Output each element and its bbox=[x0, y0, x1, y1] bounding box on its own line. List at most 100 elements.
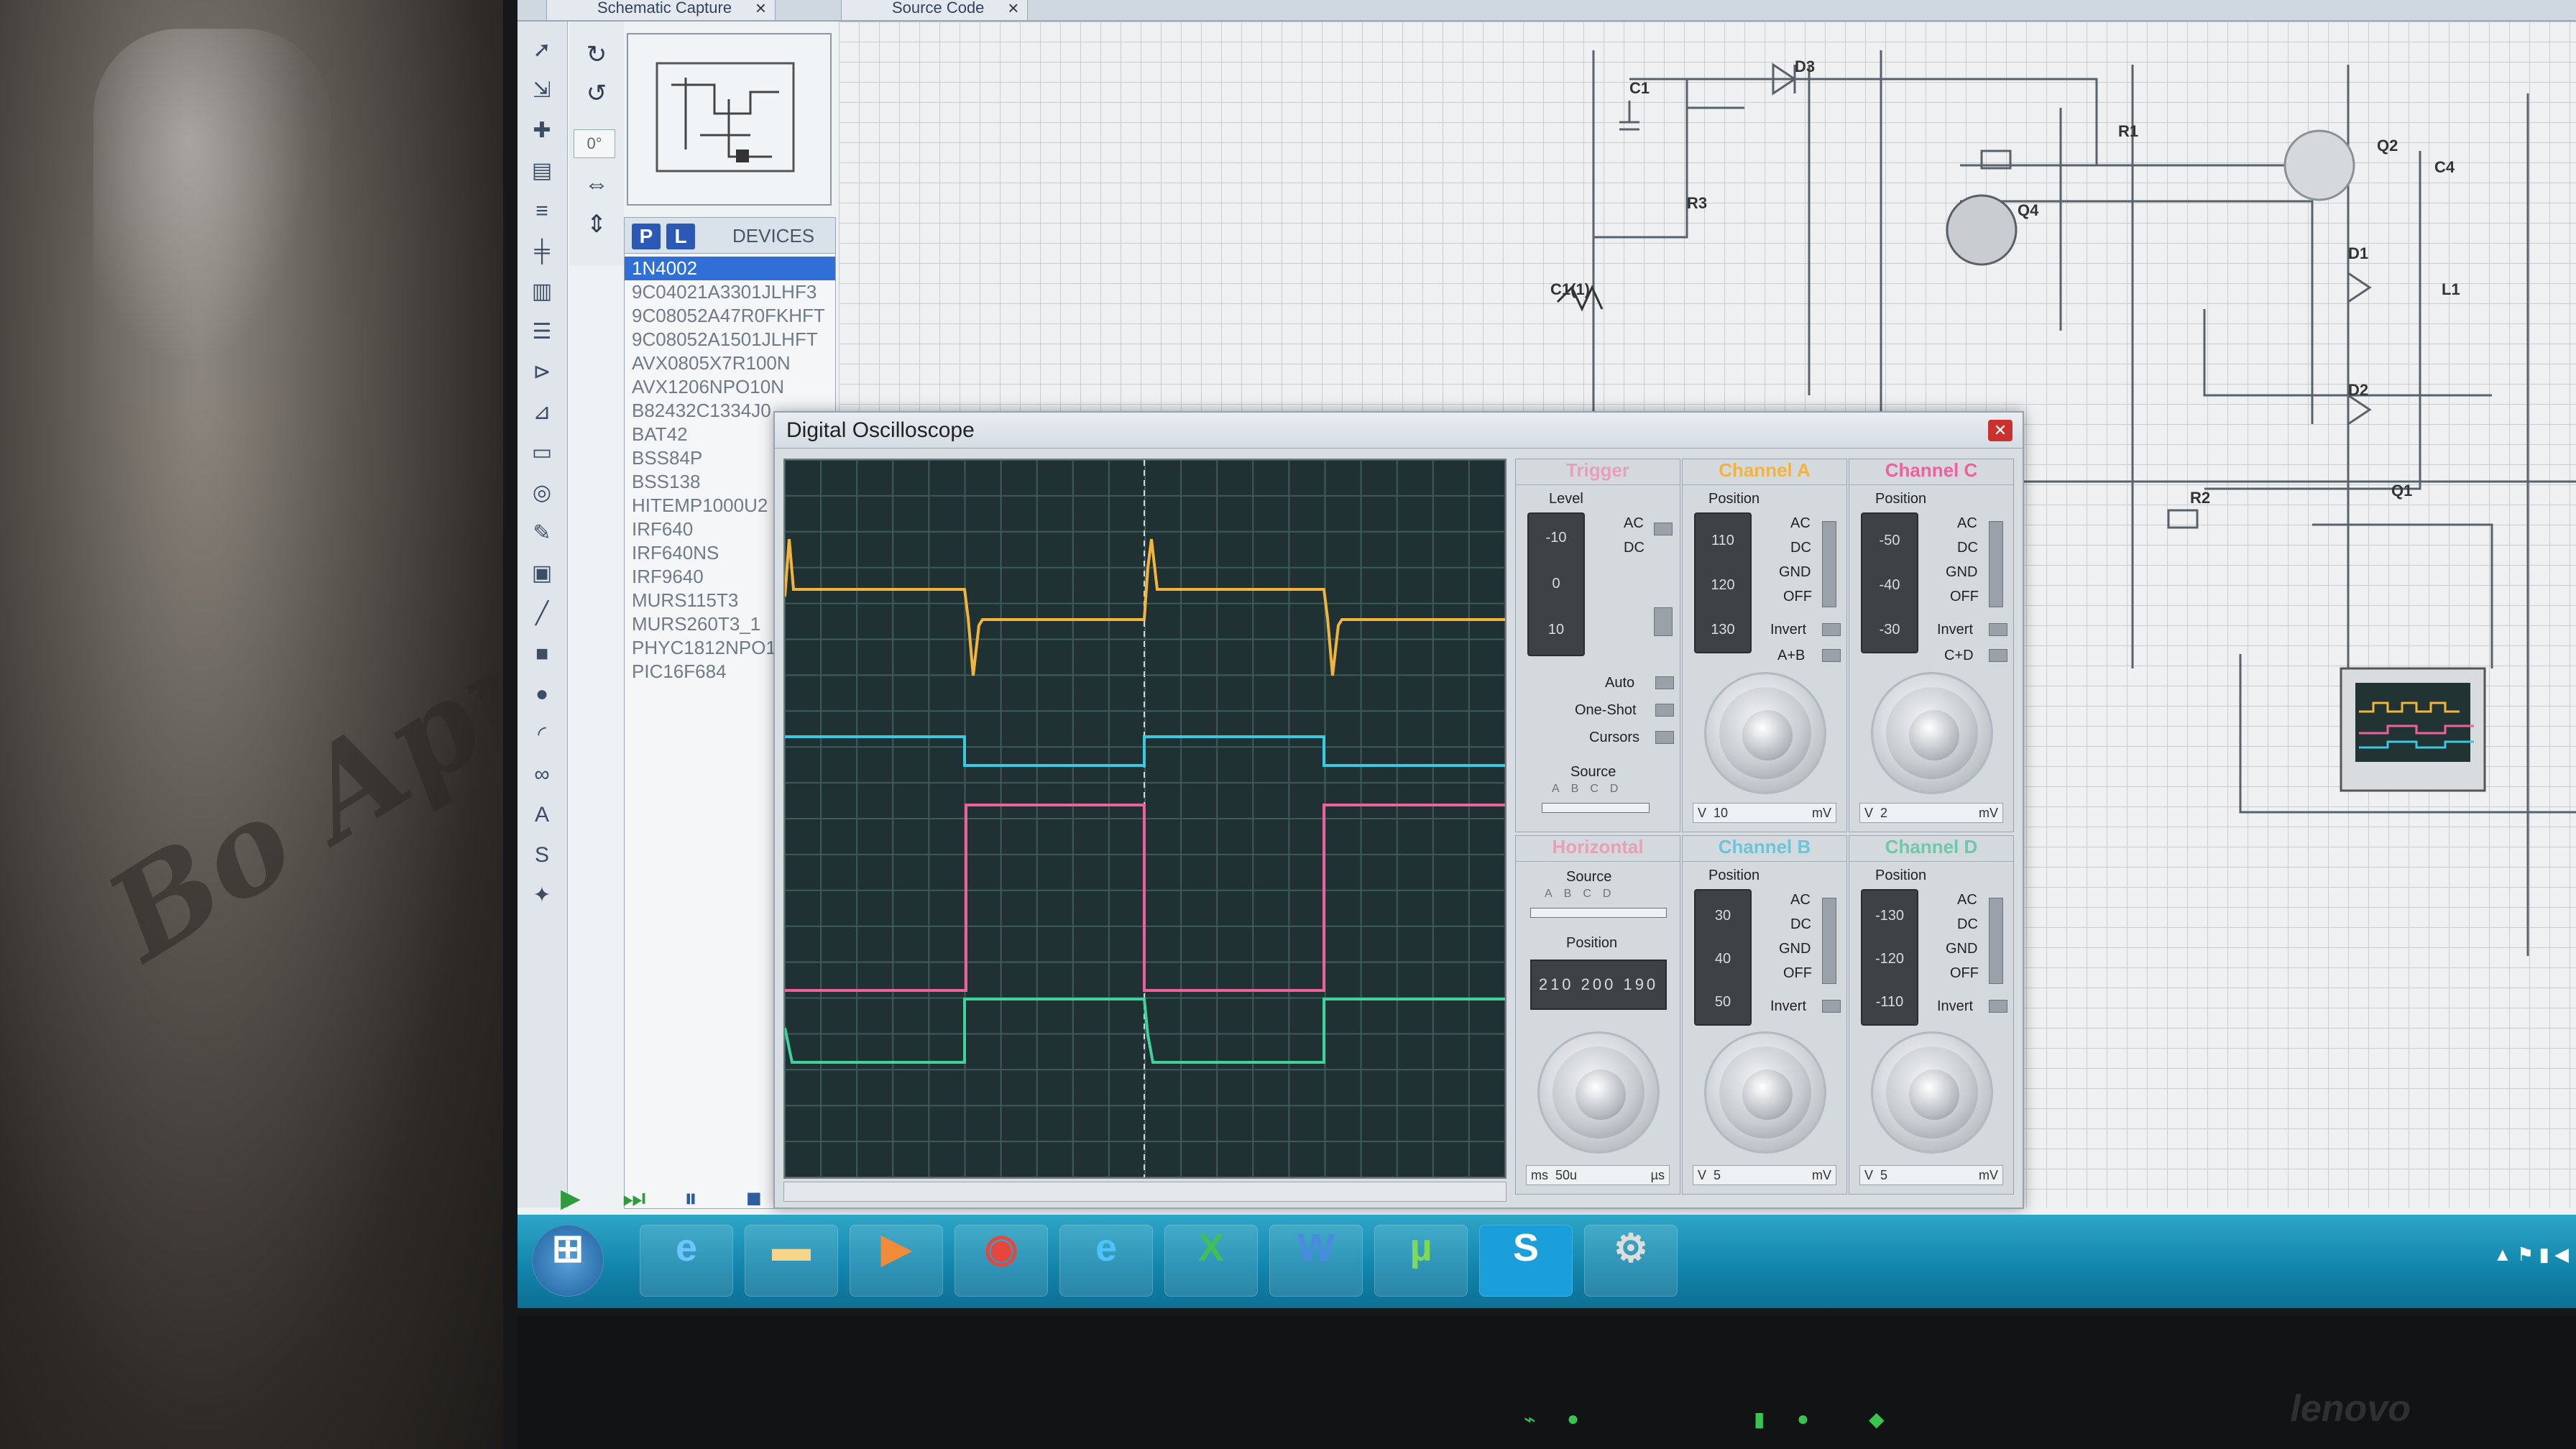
marker-icon[interactable]: ✦ bbox=[528, 881, 556, 910]
tick-label: -30 bbox=[1879, 622, 1900, 638]
settings-icon[interactable]: ⚙ bbox=[1584, 1225, 1678, 1297]
graph-icon[interactable]: ⊿ bbox=[528, 398, 556, 427]
channel-c-sum-toggle[interactable] bbox=[1989, 649, 2007, 662]
channel-c-volts-knob[interactable] bbox=[1871, 672, 1993, 794]
probe-icon[interactable]: ✎ bbox=[528, 519, 556, 548]
path-icon[interactable]: ∞ bbox=[528, 760, 556, 789]
unit-mv: mV bbox=[1812, 1168, 1831, 1182]
channel-a-coupling-switch[interactable] bbox=[1822, 521, 1836, 607]
channel-d-invert-toggle[interactable] bbox=[1989, 1000, 2007, 1013]
pick-devices-button[interactable]: P bbox=[632, 224, 661, 249]
oscilloscope-display[interactable] bbox=[783, 459, 1506, 1179]
trigger-level-slider[interactable]: -10 0 10 bbox=[1527, 512, 1585, 656]
rotation-angle-field[interactable]: 0° bbox=[574, 129, 615, 158]
component-icon[interactable]: ⇲ bbox=[528, 76, 556, 105]
close-icon[interactable]: × bbox=[755, 0, 766, 21]
terminal-icon[interactable]: ☰ bbox=[528, 318, 556, 346]
select-arrow-icon[interactable]: ➚ bbox=[528, 36, 556, 65]
symbol-icon[interactable]: S bbox=[528, 841, 556, 870]
arc-icon[interactable]: ◜ bbox=[528, 720, 556, 749]
word-icon[interactable]: W bbox=[1269, 1225, 1363, 1297]
box-icon[interactable]: ■ bbox=[528, 640, 556, 668]
flag-icon[interactable]: ⚑ bbox=[2517, 1243, 2534, 1265]
tick-label: -50 bbox=[1879, 533, 1900, 548]
oscilloscope-titlebar[interactable]: Digital Oscilloscope ✕ bbox=[775, 413, 2023, 448]
excel-icon[interactable]: X bbox=[1164, 1225, 1258, 1297]
horizontal-source-slider[interactable] bbox=[1530, 908, 1667, 918]
explorer-icon[interactable]: ▬ bbox=[745, 1225, 838, 1297]
channel-a-sum-toggle[interactable] bbox=[1822, 649, 1841, 662]
channel-b-invert-toggle[interactable] bbox=[1822, 1000, 1841, 1013]
channel-a-volts-knob[interactable] bbox=[1704, 672, 1826, 794]
cursors-toggle[interactable] bbox=[1655, 731, 1674, 744]
pause-icon[interactable]: ⏸ bbox=[684, 1183, 697, 1214]
trigger-source-slider[interactable] bbox=[1542, 803, 1650, 813]
channel-a-position-slider[interactable]: 110 120 130 bbox=[1694, 512, 1752, 653]
media-player-icon[interactable]: ▶ bbox=[850, 1225, 943, 1297]
edge-switch[interactable] bbox=[1654, 607, 1673, 636]
channel-d-coupling-switch[interactable] bbox=[1989, 898, 2003, 984]
overview-preview[interactable] bbox=[627, 33, 832, 206]
channel-b-volts-knob[interactable] bbox=[1704, 1031, 1826, 1154]
text-script-icon[interactable]: ≡ bbox=[528, 197, 556, 226]
windows-start-icon[interactable]: ⊞ bbox=[532, 1225, 604, 1297]
channel-c-coupling-switch[interactable] bbox=[1989, 521, 2003, 607]
mirror-vertical-icon[interactable]: ⇕ bbox=[582, 210, 611, 239]
rotate-ccw-icon[interactable]: ↺ bbox=[582, 79, 611, 108]
play-icon[interactable]: ▶ bbox=[561, 1183, 581, 1213]
auto-toggle[interactable] bbox=[1655, 676, 1674, 689]
tab-schematic-capture[interactable]: Schematic Capture × bbox=[546, 0, 776, 20]
position-label: Position bbox=[1708, 868, 1760, 883]
skype-icon[interactable]: S bbox=[1479, 1225, 1573, 1297]
channel-c-position-slider[interactable]: -50 -40 -30 bbox=[1861, 512, 1918, 653]
channel-c-invert-toggle[interactable] bbox=[1989, 623, 2007, 636]
network-icon[interactable]: ▮ bbox=[2539, 1243, 2549, 1265]
device-list-item[interactable]: 9C04021A3301JLHF3 bbox=[625, 280, 835, 304]
utorrent-icon[interactable]: µ bbox=[1374, 1225, 1468, 1297]
timebase-knob[interactable] bbox=[1537, 1031, 1660, 1154]
ie-icon[interactable]: e bbox=[640, 1225, 733, 1297]
oscilloscope-symbol[interactable] bbox=[2340, 667, 2486, 792]
tray-arrow-icon[interactable]: ▲ bbox=[2493, 1243, 2512, 1265]
label-icon[interactable]: ▤ bbox=[528, 157, 556, 185]
channel-d-volts-knob[interactable] bbox=[1871, 1031, 1993, 1154]
one-shot-toggle[interactable] bbox=[1655, 704, 1674, 717]
port-icon[interactable]: ⊳ bbox=[528, 358, 556, 387]
channel-b-position-slider[interactable]: 30 40 50 bbox=[1694, 889, 1752, 1026]
generator-icon[interactable]: ◎ bbox=[528, 479, 556, 507]
volume-icon[interactable]: ◀ bbox=[2554, 1243, 2569, 1265]
text-icon[interactable]: A bbox=[528, 801, 556, 829]
tape-icon[interactable]: ▭ bbox=[528, 438, 556, 467]
channel-a-invert-toggle[interactable] bbox=[1822, 623, 1841, 636]
horizontal-position-slider[interactable]: 210 200 190 bbox=[1530, 960, 1667, 1010]
edge-icon[interactable]: e bbox=[1059, 1225, 1153, 1297]
close-icon[interactable]: ✕ bbox=[1988, 420, 2012, 441]
library-manager-button[interactable]: L bbox=[666, 224, 695, 249]
coupling-switch[interactable] bbox=[1654, 523, 1673, 535]
subcircuit-icon[interactable]: ▥ bbox=[528, 277, 556, 306]
mirror-horizontal-icon[interactable]: ⇔ bbox=[582, 170, 611, 198]
tab-source-code[interactable]: Source Code × bbox=[841, 0, 1029, 21]
device-list-item[interactable]: 1N4002 bbox=[625, 257, 835, 280]
device-list-item[interactable]: 9C08052A47R0FKHFT bbox=[625, 304, 835, 328]
close-icon[interactable]: × bbox=[1008, 0, 1018, 21]
device-list-item[interactable]: AVX1206NPO10N bbox=[625, 375, 835, 399]
display-scrollbar[interactable] bbox=[783, 1182, 1506, 1202]
tick-label: 40 bbox=[1714, 951, 1731, 967]
bus-icon[interactable]: ╪ bbox=[528, 237, 556, 266]
channel-b-coupling-switch[interactable] bbox=[1822, 898, 1836, 984]
line-icon[interactable]: ╱ bbox=[528, 599, 556, 628]
chrome-icon[interactable]: ◉ bbox=[954, 1225, 1048, 1297]
source-b: B bbox=[1563, 888, 1583, 900]
junction-icon[interactable]: ✚ bbox=[528, 116, 556, 145]
device-list-item[interactable]: AVX0805X7R100N bbox=[625, 351, 835, 375]
component-label: Q2 bbox=[2377, 137, 2398, 155]
step-icon[interactable]: ⏭ bbox=[622, 1183, 645, 1214]
stop-icon[interactable]: ■ bbox=[746, 1183, 762, 1213]
instrument-icon[interactable]: ▣ bbox=[528, 559, 556, 588]
rotate-cw-icon[interactable]: ↻ bbox=[582, 40, 611, 69]
circle-icon[interactable]: ● bbox=[528, 680, 556, 709]
device-list-item[interactable]: 9C08052A1501JLHFT bbox=[625, 328, 835, 351]
component-label: R2 bbox=[2190, 489, 2211, 507]
channel-d-position-slider[interactable]: -130 -120 -110 bbox=[1861, 889, 1918, 1026]
